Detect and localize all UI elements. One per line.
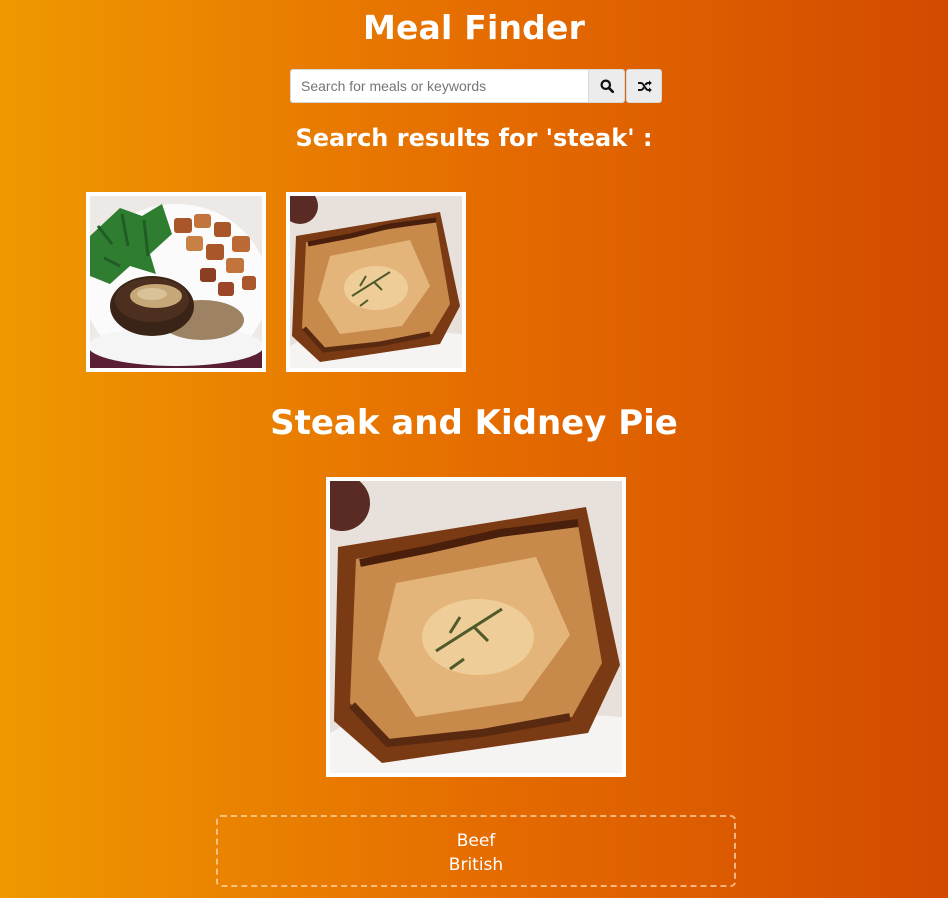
random-meal-button[interactable] — [626, 69, 662, 103]
search-results-heading: Search results for 'steak' : — [295, 124, 653, 152]
meal-area: British — [448, 855, 504, 875]
search-results-list — [86, 192, 466, 372]
search-icon — [600, 79, 614, 93]
meal-category: Beef — [456, 831, 496, 851]
meal-result-steak-with-potatoes[interactable] — [86, 192, 266, 372]
steak-with-potatoes-photo — [90, 196, 262, 368]
steak-and-kidney-pie-photo — [290, 196, 462, 368]
shuffle-icon — [637, 79, 652, 93]
meal-result-steak-and-kidney-pie[interactable] — [286, 192, 466, 372]
meal-title: Steak and Kidney Pie — [270, 403, 678, 443]
steak-and-kidney-pie-photo — [330, 481, 622, 773]
app-title: Meal Finder — [362, 8, 586, 47]
meal-info-box: Beef British — [216, 815, 736, 887]
meal-image — [326, 477, 626, 777]
search-input[interactable] — [290, 69, 589, 103]
search-button[interactable] — [589, 69, 625, 103]
search-form — [290, 69, 662, 103]
